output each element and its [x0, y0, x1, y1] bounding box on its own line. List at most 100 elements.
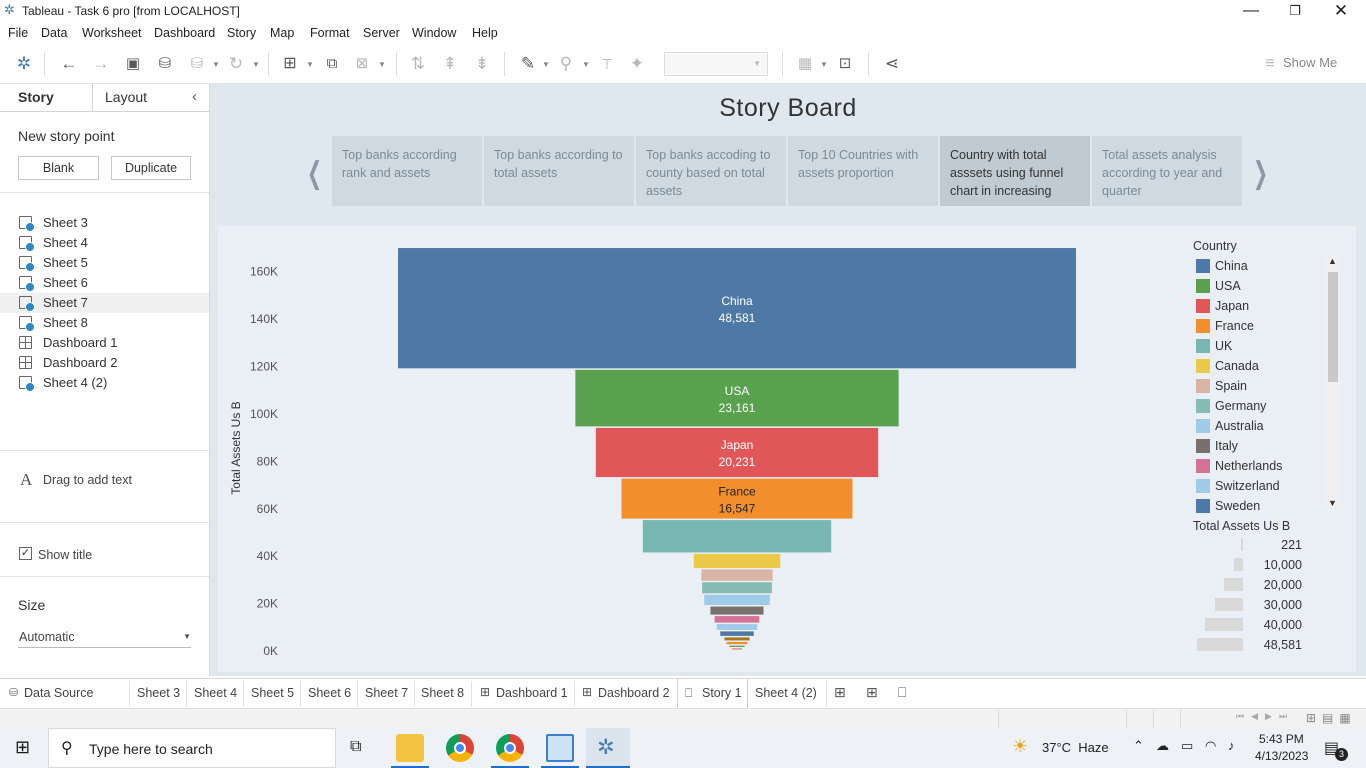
tab-data-source[interactable]: Data Source: [24, 679, 93, 708]
legend-label: Japan: [1215, 299, 1250, 313]
sort-ascending-icon[interactable]: ⇞: [440, 54, 460, 74]
sheet-view-icons[interactable]: ⊞▤▦: [1306, 711, 1357, 725]
restore-button[interactable]: ❐: [1272, 0, 1318, 24]
tab-layout[interactable]: Layout: [105, 89, 147, 105]
highlight-icon[interactable]: ✎: [518, 54, 538, 74]
menu-map[interactable]: Map: [270, 26, 294, 40]
show-me-icon[interactable]: ≡: [1260, 54, 1280, 74]
new-data-source-icon[interactable]: ⛁: [155, 54, 175, 74]
taskbar-search[interactable]: ⚲ Type here to search: [48, 728, 336, 768]
story-point-1[interactable]: Top banks according rank and assets: [332, 136, 482, 206]
labels-icon[interactable]: ⊤: [597, 54, 617, 74]
clock-date[interactable]: 4/13/2023: [1255, 749, 1308, 763]
sheet-list-item[interactable]: Sheet 4 (2): [0, 373, 209, 393]
chrome-icon[interactable]: [446, 734, 474, 762]
menu-worksheet[interactable]: Worksheet: [82, 26, 142, 40]
size-legend-label: 20,000: [1263, 578, 1302, 592]
tableau-home-icon[interactable]: ✲: [14, 54, 34, 74]
dashboard-list-item[interactable]: Dashboard 2: [0, 353, 209, 373]
group-icon[interactable]: ⚲: [556, 54, 576, 74]
refresh-icon[interactable]: ↻: [226, 54, 246, 74]
story-point-2[interactable]: Top banks according to total assets: [484, 136, 634, 206]
pause-updates-icon[interactable]: ⛁: [187, 54, 207, 74]
blank-button[interactable]: Blank: [18, 156, 99, 180]
redo-icon[interactable]: →: [91, 54, 111, 74]
clock-time[interactable]: 5:43 PM: [1259, 732, 1304, 746]
new-worksheet-icon[interactable]: ⊞: [280, 54, 300, 74]
previous-story-point-icon[interactable]: ❮: [307, 156, 322, 191]
tab-sheet-6[interactable]: Sheet 6: [308, 679, 351, 708]
sort-descending-icon[interactable]: ⇟: [472, 54, 492, 74]
tab-sheet-8[interactable]: Sheet 8: [421, 679, 464, 708]
tab-sheet-7[interactable]: Sheet 7: [365, 679, 408, 708]
windows-start-icon[interactable]: ⊞: [15, 737, 30, 758]
menu-data[interactable]: Data: [41, 26, 67, 40]
menu-help[interactable]: Help: [472, 26, 498, 40]
story-point-3[interactable]: Top banks accoding to county based on to…: [636, 136, 786, 206]
show-title-checkbox[interactable]: ✓: [19, 547, 32, 560]
next-story-point-icon[interactable]: ❯: [1253, 156, 1268, 191]
story-point-5-active[interactable]: Country with total asssets using funnel …: [940, 136, 1090, 206]
collapse-pane-icon[interactable]: ‹: [192, 88, 197, 105]
close-button[interactable]: ✕: [1318, 0, 1364, 24]
volume-icon[interactable]: ♪: [1228, 738, 1235, 753]
swap-icon[interactable]: ⇅: [408, 54, 428, 74]
battery-icon[interactable]: ▭: [1181, 738, 1193, 754]
remote-desktop-icon[interactable]: [546, 734, 574, 762]
new-worksheet-tab-icon[interactable]: ⊞: [834, 684, 846, 701]
tray-overflow-icon[interactable]: ⌃: [1133, 738, 1144, 754]
sheet-list-item[interactable]: Sheet 3: [0, 213, 209, 233]
tab-sheet-4-2[interactable]: Sheet 4 (2): [755, 679, 817, 708]
menu-story[interactable]: Story: [227, 26, 256, 40]
story-point-6[interactable]: Total assets analysis according to year …: [1092, 136, 1242, 206]
undo-icon[interactable]: ←: [59, 54, 79, 74]
scrollbar-thumb[interactable]: [1328, 272, 1338, 382]
tab-story[interactable]: Story: [18, 89, 54, 105]
tab-dashboard-2[interactable]: Dashboard 2: [598, 679, 670, 708]
weather-text[interactable]: 37°C Haze: [1042, 740, 1109, 755]
dashboard-list-item[interactable]: Dashboard 1: [0, 333, 209, 353]
size-dropdown[interactable]: Automatic ▼: [18, 628, 191, 648]
duplicate-button[interactable]: Duplicate: [111, 156, 191, 180]
menu-window[interactable]: Window: [412, 26, 456, 40]
sheet-list-item[interactable]: Sheet 5: [0, 253, 209, 273]
minimize-button[interactable]: —: [1228, 0, 1274, 24]
tableau-taskbar-button[interactable]: ✲: [586, 728, 630, 768]
sheet-list-item[interactable]: Sheet 8: [0, 313, 209, 333]
sheet-navigation-icons[interactable]: ⏮◀▶⏭: [1236, 711, 1294, 722]
task-view-icon[interactable]: ⧉: [350, 738, 361, 756]
tab-story-1[interactable]: ⎕ Story 1: [677, 679, 748, 709]
tab-dashboard-1[interactable]: Dashboard 1: [496, 679, 568, 708]
share-icon[interactable]: ⋖: [882, 54, 902, 74]
menu-dashboard[interactable]: Dashboard: [154, 26, 215, 40]
menu-format[interactable]: Format: [310, 26, 350, 40]
wifi-icon[interactable]: ◠: [1205, 738, 1216, 754]
new-dashboard-tab-icon[interactable]: ⊞: [866, 684, 878, 701]
show-cards-icon[interactable]: ▦: [795, 54, 815, 74]
new-story-tab-icon[interactable]: ⎕: [898, 684, 906, 701]
legend-scrollbar[interactable]: ▲ ▼: [1326, 256, 1340, 508]
tab-sheet-4[interactable]: Sheet 4: [194, 679, 237, 708]
sheet-list-item[interactable]: Sheet 7: [0, 293, 209, 313]
sheet-list-item[interactable]: Sheet 6: [0, 273, 209, 293]
size-legend-bar: [1205, 618, 1243, 631]
menu-server[interactable]: Server: [363, 26, 400, 40]
chrome-profile-icon[interactable]: [496, 734, 524, 762]
pin-icon[interactable]: ✦: [627, 54, 647, 74]
menu-file[interactable]: File: [8, 26, 28, 40]
tab-sheet-3[interactable]: Sheet 3: [137, 679, 180, 708]
duplicate-sheet-icon[interactable]: ⧉: [322, 54, 342, 74]
onedrive-icon[interactable]: ☁: [1156, 738, 1169, 754]
dashboard-icon: [19, 336, 32, 349]
tab-sheet-5[interactable]: Sheet 5: [251, 679, 294, 708]
drag-to-add-text[interactable]: Drag to add text: [43, 473, 132, 487]
file-explorer-icon[interactable]: [396, 734, 424, 762]
data-label-name: USA: [725, 384, 750, 398]
story-point-4[interactable]: Top 10 Countries with assets proportion: [788, 136, 938, 206]
sheet-list-item[interactable]: Sheet 4: [0, 233, 209, 253]
clear-sheet-icon[interactable]: ⊠: [352, 54, 372, 74]
save-icon[interactable]: ▣: [123, 54, 143, 74]
show-me-button[interactable]: Show Me: [1283, 55, 1337, 70]
presentation-mode-icon[interactable]: ⊡: [835, 54, 855, 74]
fit-dropdown[interactable]: ▼: [664, 52, 768, 76]
